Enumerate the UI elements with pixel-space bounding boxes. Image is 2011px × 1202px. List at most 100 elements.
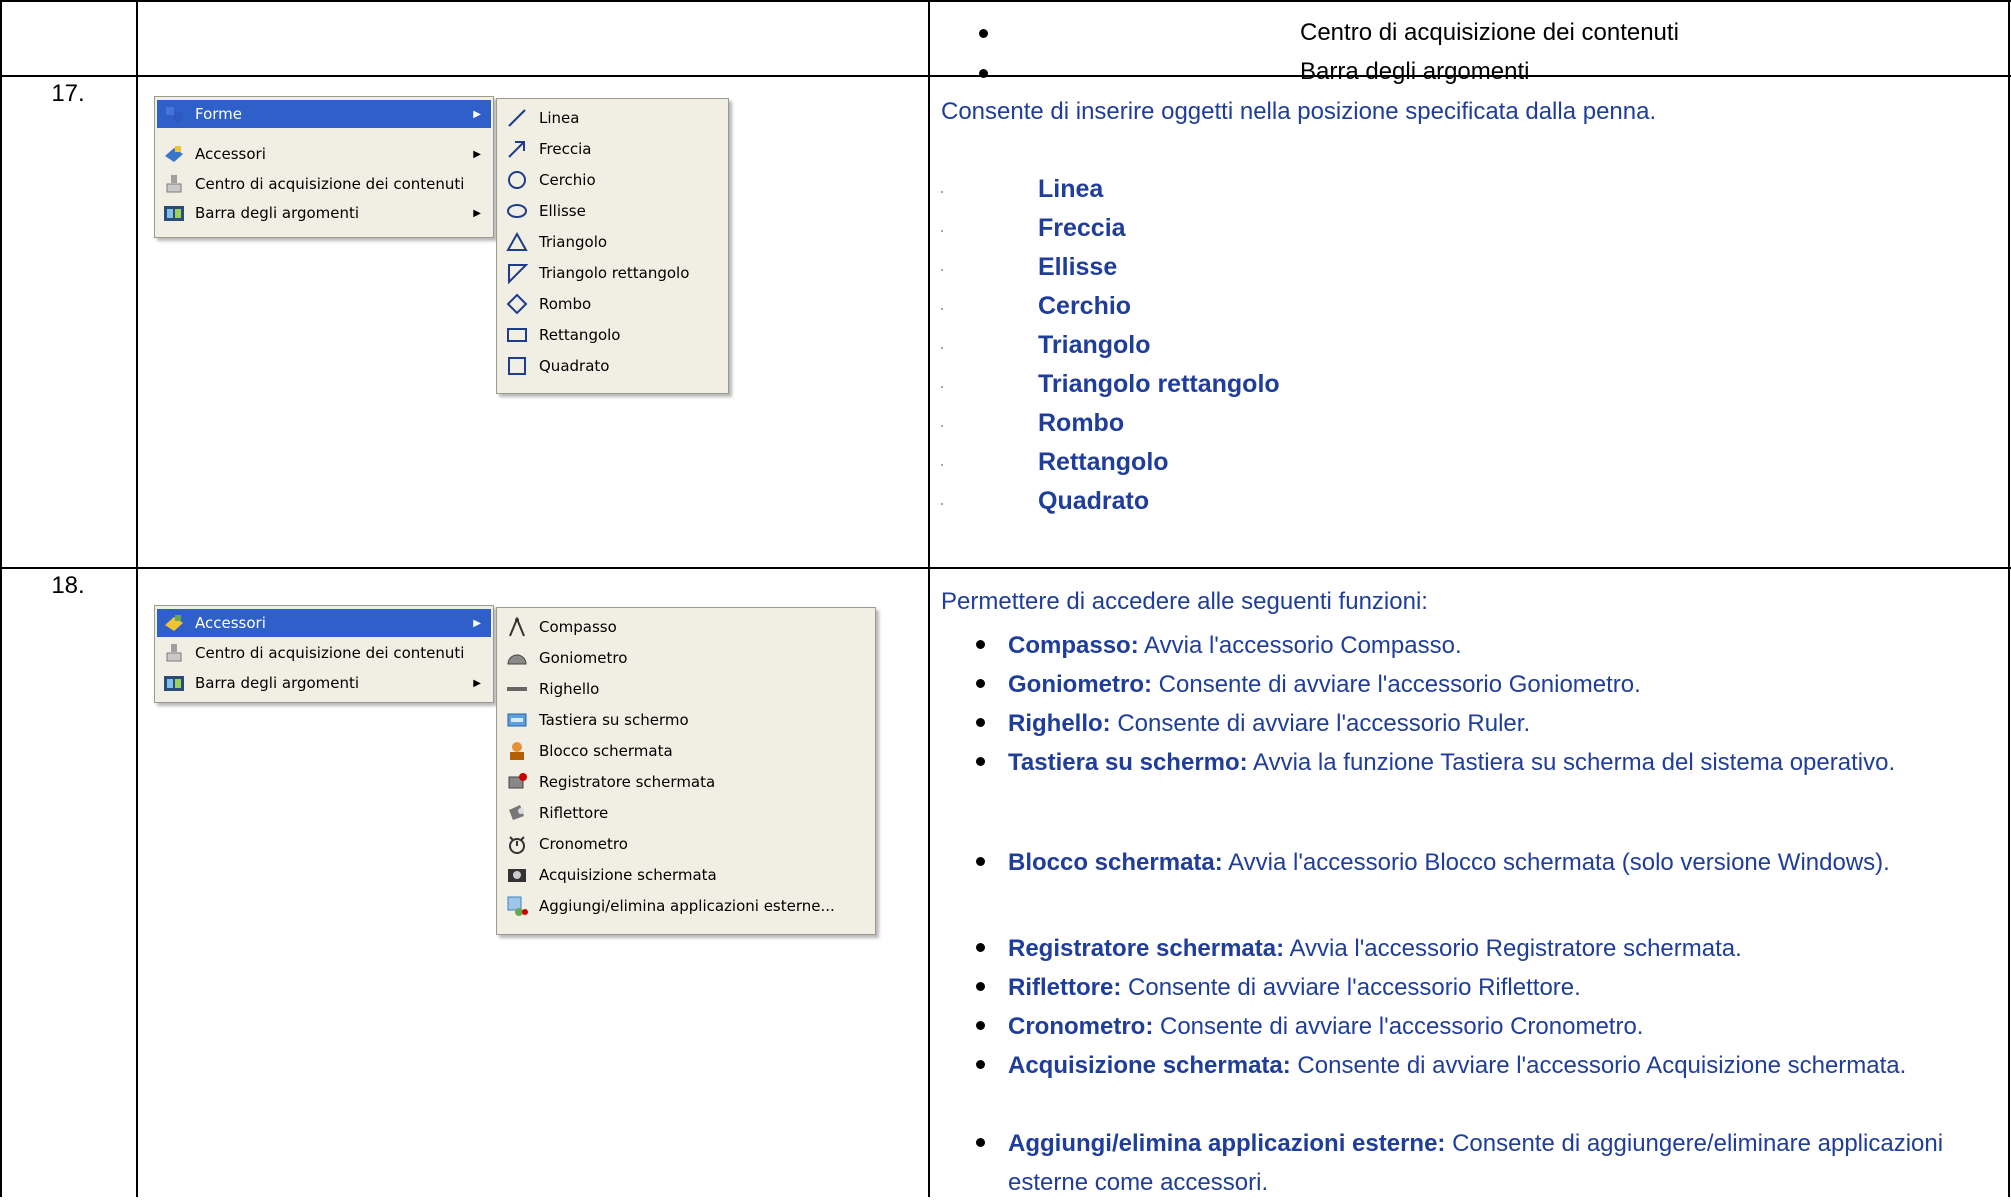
- function-name: Cronometro:: [1008, 1013, 1154, 1040]
- submenu-item-label: Acquisizione schermata: [539, 866, 717, 884]
- row18-accessories-submenu: Compasso Goniometro Righello Tastiera su…: [496, 607, 876, 935]
- submenu-item-label: Triangolo rettangolo: [539, 264, 690, 282]
- menu-item-label: Centro di acquisizione dei contenuti: [195, 644, 465, 662]
- submenu-item-tastiera[interactable]: Tastiera su schermo: [499, 705, 873, 735]
- submenu-item-label: Freccia: [539, 140, 592, 158]
- submenu-item-ellisse[interactable]: Ellisse: [499, 196, 726, 226]
- list-marker: [941, 347, 943, 349]
- submenu-item-compasso[interactable]: Compasso: [499, 612, 873, 642]
- submenu-item-label: Cronometro: [539, 835, 628, 853]
- menu-item-barra-argomenti[interactable]: Barra degli argomenti ▶: [157, 199, 491, 227]
- submenu-item-blocco-schermata[interactable]: Blocco schermata: [499, 736, 873, 766]
- menu-item-label: Accessori: [195, 145, 266, 163]
- function-text: Avvia l'accessorio Registratore schermat…: [1284, 935, 1742, 962]
- screen-recorder-icon: [505, 770, 529, 794]
- screen-capture-icon: [505, 863, 529, 887]
- ruler-icon: [505, 677, 529, 701]
- submenu-item-cerchio[interactable]: Cerchio: [499, 165, 726, 195]
- function-text: Consente di avviare l'accessorio Ruler.: [1110, 710, 1531, 737]
- shape-list-item: Triangolo rettangolo: [1038, 370, 1280, 398]
- row17-shapes-submenu: Linea Freccia Cerchio Ellisse Triangolo …: [496, 98, 729, 394]
- menu-item-label: Accessori: [195, 614, 266, 632]
- function-item-tastiera: Tastiera su schermo: Avvia la funzione T…: [1008, 743, 1988, 782]
- submenu-item-label: Cerchio: [539, 171, 596, 189]
- row18-main-menu: Accessori ▶ Centro di acquisizione dei c…: [154, 605, 494, 703]
- row-number-17: 17.: [51, 80, 85, 107]
- function-name: Acquisizione schermata:: [1008, 1052, 1291, 1079]
- bullet: [979, 29, 988, 38]
- submenu-item-label: Rombo: [539, 295, 592, 313]
- function-item-aggiungi-elimina: Aggiungi/elimina applicazioni esterne: C…: [1008, 1124, 1988, 1202]
- function-text: Avvia la funzione Tastiera su scherma de…: [1247, 749, 1896, 776]
- table-top-border: [0, 0, 2011, 2]
- function-name: Aggiungi/elimina applicazioni esterne:: [1008, 1130, 1446, 1157]
- submenu-item-freccia[interactable]: Freccia: [499, 134, 726, 164]
- submenu-item-cronometro[interactable]: Cronometro: [499, 829, 873, 859]
- submenu-item-triangolo[interactable]: Triangolo: [499, 227, 726, 257]
- function-text: Consente di avviare l'accessorio Cronome…: [1153, 1013, 1644, 1040]
- submenu-item-goniometro[interactable]: Goniometro: [499, 643, 873, 673]
- submenu-item-label: Linea: [539, 109, 580, 127]
- submenu-item-registratore[interactable]: Registratore schermata: [499, 767, 873, 797]
- bullet: [976, 1021, 985, 1030]
- function-text: Consente di avviare l'accessorio Riflett…: [1121, 974, 1581, 1001]
- menu-item-accessori[interactable]: Accessori ▶: [157, 609, 491, 637]
- submenu-item-righello[interactable]: Righello: [499, 674, 873, 704]
- submenu-item-acquisizione[interactable]: Acquisizione schermata: [499, 860, 873, 890]
- row17-description: Consente di inserire oggetti nella posiz…: [941, 98, 1657, 125]
- shape-list-item: Ellisse: [1038, 253, 1118, 281]
- square-icon: [505, 354, 529, 378]
- shape-list-item: Linea: [1038, 175, 1104, 203]
- shape-list-item: Quadrato: [1038, 487, 1150, 515]
- row17-main-menu: Forme ▶ Accessori ▶ Centro di acquisizio…: [154, 96, 494, 238]
- submenu-item-riflettore[interactable]: Riflettore: [499, 798, 873, 828]
- menu-item-forme[interactable]: Forme ▶: [157, 100, 491, 128]
- submenu-item-rettangolo[interactable]: Rettangolo: [499, 320, 726, 350]
- submenu-arrow-icon: ▶: [473, 108, 481, 120]
- topic-bar-icon: [163, 672, 185, 694]
- rhombus-icon: [505, 292, 529, 316]
- list-marker: [941, 269, 943, 271]
- compass-icon: [505, 615, 529, 639]
- submenu-item-linea[interactable]: Linea: [499, 103, 726, 133]
- submenu-arrow-icon: ▶: [473, 617, 481, 629]
- ellipse-icon: [505, 199, 529, 223]
- function-name: Righello:: [1008, 710, 1111, 737]
- submenu-item-triangolo-rettangolo[interactable]: Triangolo rettangolo: [499, 258, 726, 288]
- bullet: [976, 679, 985, 688]
- submenu-item-label: Righello: [539, 680, 600, 698]
- menu-item-centro-acquisizione[interactable]: Centro di acquisizione dei contenuti: [157, 639, 491, 667]
- menu-item-accessori[interactable]: Accessori ▶: [157, 140, 491, 168]
- submenu-item-label: Triangolo: [539, 233, 608, 251]
- menu-item-barra-argomenti[interactable]: Barra degli argomenti ▶: [157, 669, 491, 697]
- triangle-icon: [505, 230, 529, 254]
- function-item-righello: Righello: Consente di avviare l'accessor…: [1008, 704, 1988, 743]
- shape-list-item: Triangolo: [1038, 331, 1151, 359]
- function-name: Blocco schermata:: [1008, 849, 1223, 876]
- stopwatch-icon: [505, 832, 529, 856]
- right-triangle-icon: [505, 261, 529, 285]
- row-divider-18: [0, 567, 2011, 569]
- top-row-item: Barra degli argomenti: [1300, 58, 1530, 85]
- submenu-arrow-icon: ▶: [473, 207, 481, 219]
- accessories-icon: [163, 612, 185, 634]
- arrow-icon: [505, 137, 529, 161]
- menu-item-label: Centro di acquisizione dei contenuti: [195, 175, 465, 193]
- list-marker: [941, 191, 943, 193]
- function-item-riflettore: Riflettore: Consente di avviare l'access…: [1008, 968, 1988, 1007]
- function-item-compasso: Compasso: Avvia l'accessorio Compasso.: [1008, 626, 1988, 665]
- submenu-item-label: Rettangolo: [539, 326, 621, 344]
- submenu-item-quadrato[interactable]: Quadrato: [499, 351, 726, 381]
- bullet: [976, 640, 985, 649]
- submenu-item-label: Registratore schermata: [539, 773, 716, 791]
- menu-item-centro-acquisizione[interactable]: Centro di acquisizione dei contenuti: [157, 170, 491, 198]
- submenu-item-label: Quadrato: [539, 357, 610, 375]
- function-item-blocco: Blocco schermata: Avvia l'accessorio Blo…: [1008, 843, 1988, 882]
- function-item-goniometro: Goniometro: Consente di avviare l'access…: [1008, 665, 1988, 704]
- bullet: [976, 943, 985, 952]
- submenu-item-rombo[interactable]: Rombo: [499, 289, 726, 319]
- submenu-item-aggiungi-elimina[interactable]: Aggiungi/elimina applicazioni esterne...: [499, 891, 873, 921]
- bullet: [976, 982, 985, 991]
- function-item-acquisizione: Acquisizione schermata: Consente di avvi…: [1008, 1046, 1988, 1085]
- content-capture-icon: [163, 173, 185, 195]
